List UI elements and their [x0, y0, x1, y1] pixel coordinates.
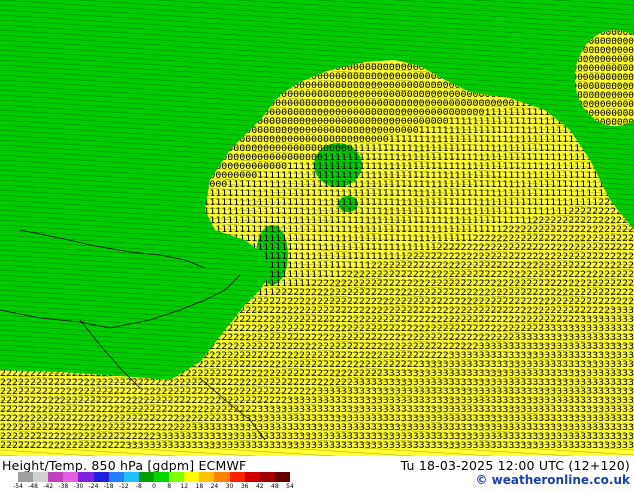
scale-swatch — [138, 472, 154, 482]
map-canvas: 0000000000000000000000000000000000000000… — [0, 0, 634, 456]
scale-swatch — [108, 472, 124, 482]
scale-swatch — [78, 472, 94, 482]
scale-swatch — [63, 472, 79, 482]
scale-swatch — [244, 472, 260, 482]
weather-map: 0000000000000000000000000000000000000000… — [0, 0, 634, 456]
scale-swatch — [184, 472, 200, 482]
scale-tick-label: -54 — [13, 483, 23, 490]
scale-swatch — [169, 472, 185, 482]
scale-swatch — [214, 472, 230, 482]
scale-tick-label: 48 — [271, 483, 279, 490]
scale-tick-label: -8 — [135, 483, 142, 490]
scale-swatch — [229, 472, 245, 482]
credit-link[interactable]: © weatheronline.co.uk — [475, 473, 630, 487]
scale-tick-label: 24 — [210, 483, 219, 490]
forecast-time: Tu 18-03-2025 12:00 UTC (12+120) — [400, 458, 630, 473]
scale-tick-label: -42 — [43, 483, 54, 490]
scale-tick-label: -30 — [73, 483, 84, 490]
scale-tick-label: 12 — [180, 483, 189, 490]
map-footer: Height/Temp. 850 hPa [gdpm] ECMWF Tu 18-… — [0, 456, 634, 490]
scale-tick-label: 0 — [152, 483, 156, 490]
scale-tick-label: -24 — [88, 483, 99, 490]
scale-tick-label: 18 — [195, 483, 204, 490]
scale-tick-label: -12 — [118, 483, 129, 490]
scale-tick-label: 8 — [167, 483, 172, 490]
color-scale-bar — [18, 472, 290, 482]
scale-swatch — [93, 472, 109, 482]
scale-swatch — [18, 472, 34, 482]
scale-swatch — [274, 472, 290, 482]
scale-swatch — [123, 472, 139, 482]
scale-swatch — [259, 472, 275, 482]
scale-tick-label: 36 — [240, 483, 249, 490]
scale-tick-label: -38 — [58, 483, 69, 490]
scale-swatch — [199, 472, 215, 482]
scale-swatch — [33, 472, 49, 482]
scale-tick-label: 30 — [225, 483, 234, 490]
contour-label-row: 2222222222222222222223333333333333333333… — [0, 441, 634, 451]
map-title: Height/Temp. 850 hPa [gdpm] ECMWF — [2, 458, 247, 473]
scale-tick-label: -18 — [103, 483, 114, 490]
scale-tick-label: -48 — [28, 483, 39, 490]
scale-tick-label: 42 — [255, 483, 264, 490]
scale-swatch — [153, 472, 170, 482]
scale-tick-label: 54 — [286, 483, 294, 490]
scale-swatch — [48, 472, 64, 482]
